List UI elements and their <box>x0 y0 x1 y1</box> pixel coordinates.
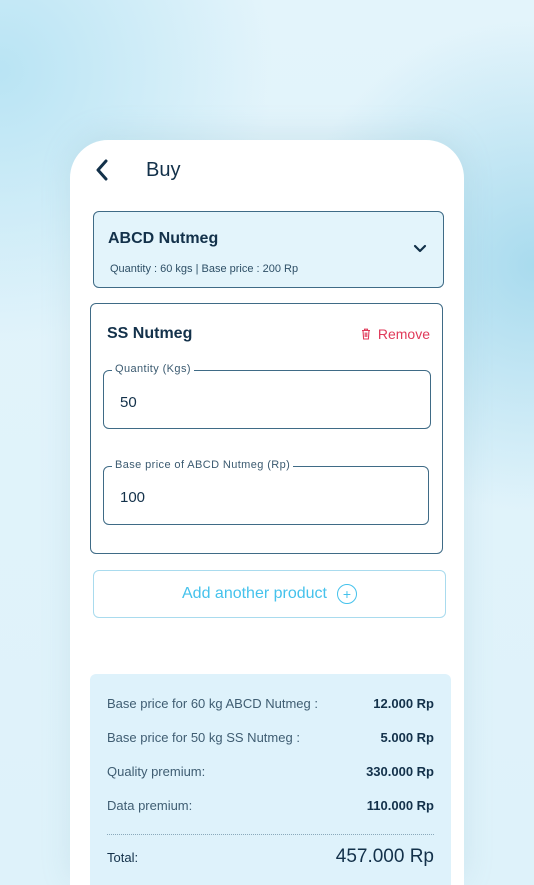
summary-row-amount: 12.000 Rp <box>373 696 434 711</box>
add-product-button[interactable]: Add another product + <box>93 570 446 618</box>
remove-button[interactable]: Remove <box>361 326 430 342</box>
trash-icon <box>361 328 370 340</box>
quantity-value[interactable]: 50 <box>120 394 137 411</box>
base-price-field[interactable]: Base price of ABCD Nutmeg (Rp) 100 <box>103 459 429 525</box>
product-item-card: SS Nutmeg Remove Quantity (Kgs) 50 Base … <box>90 303 443 554</box>
add-product-label: Add another product <box>182 585 327 602</box>
remove-label: Remove <box>377 326 430 342</box>
quantity-label: Quantity (Kgs) <box>112 363 194 375</box>
base-price-value[interactable]: 100 <box>120 489 145 506</box>
summary-row-label: Data premium: <box>107 798 193 813</box>
chevron-down-icon[interactable] <box>411 240 429 258</box>
summary-row-amount: 110.000 Rp <box>366 798 434 813</box>
total-row: Total: 457.000 Rp <box>107 846 434 868</box>
summary-row: Quality premium: 330.000 Rp <box>107 764 434 779</box>
summary-row: Base price for 50 kg SS Nutmeg : 5.000 R… <box>107 730 434 745</box>
summary-row: Data premium: 110.000 Rp <box>107 798 434 813</box>
price-summary: Base price for 60 kg ABCD Nutmeg : 12.00… <box>90 674 451 885</box>
summary-row-label: Base price for 50 kg SS Nutmeg : <box>107 730 300 745</box>
selected-product-meta: Quantity : 60 kgs | Base price : 200 Rp <box>110 263 299 275</box>
header: Buy <box>90 150 180 190</box>
summary-row-label: Quality premium: <box>107 764 206 779</box>
chevron-left-icon <box>96 159 108 181</box>
divider <box>107 834 434 835</box>
total-amount: 457.000 Rp <box>335 846 434 867</box>
total-label: Total: <box>107 849 139 865</box>
summary-row-label: Base price for 60 kg ABCD Nutmeg : <box>107 696 318 711</box>
page-title: Buy <box>146 158 181 181</box>
product-selector[interactable]: ABCD Nutmeg Quantity : 60 kgs | Base pri… <box>93 211 444 288</box>
base-price-label: Base price of ABCD Nutmeg (Rp) <box>112 459 294 471</box>
back-button[interactable] <box>90 158 114 182</box>
quantity-field[interactable]: Quantity (Kgs) 50 <box>103 363 431 429</box>
product-item-name: SS Nutmeg <box>107 325 193 342</box>
summary-row-amount: 330.000 Rp <box>366 764 434 779</box>
buy-screen: Buy ABCD Nutmeg Quantity : 60 kgs | Base… <box>70 140 464 885</box>
summary-row-amount: 5.000 Rp <box>380 730 434 745</box>
selected-product-name: ABCD Nutmeg <box>108 230 219 247</box>
plus-circle-icon: + <box>337 584 357 604</box>
summary-row: Base price for 60 kg ABCD Nutmeg : 12.00… <box>107 696 434 711</box>
